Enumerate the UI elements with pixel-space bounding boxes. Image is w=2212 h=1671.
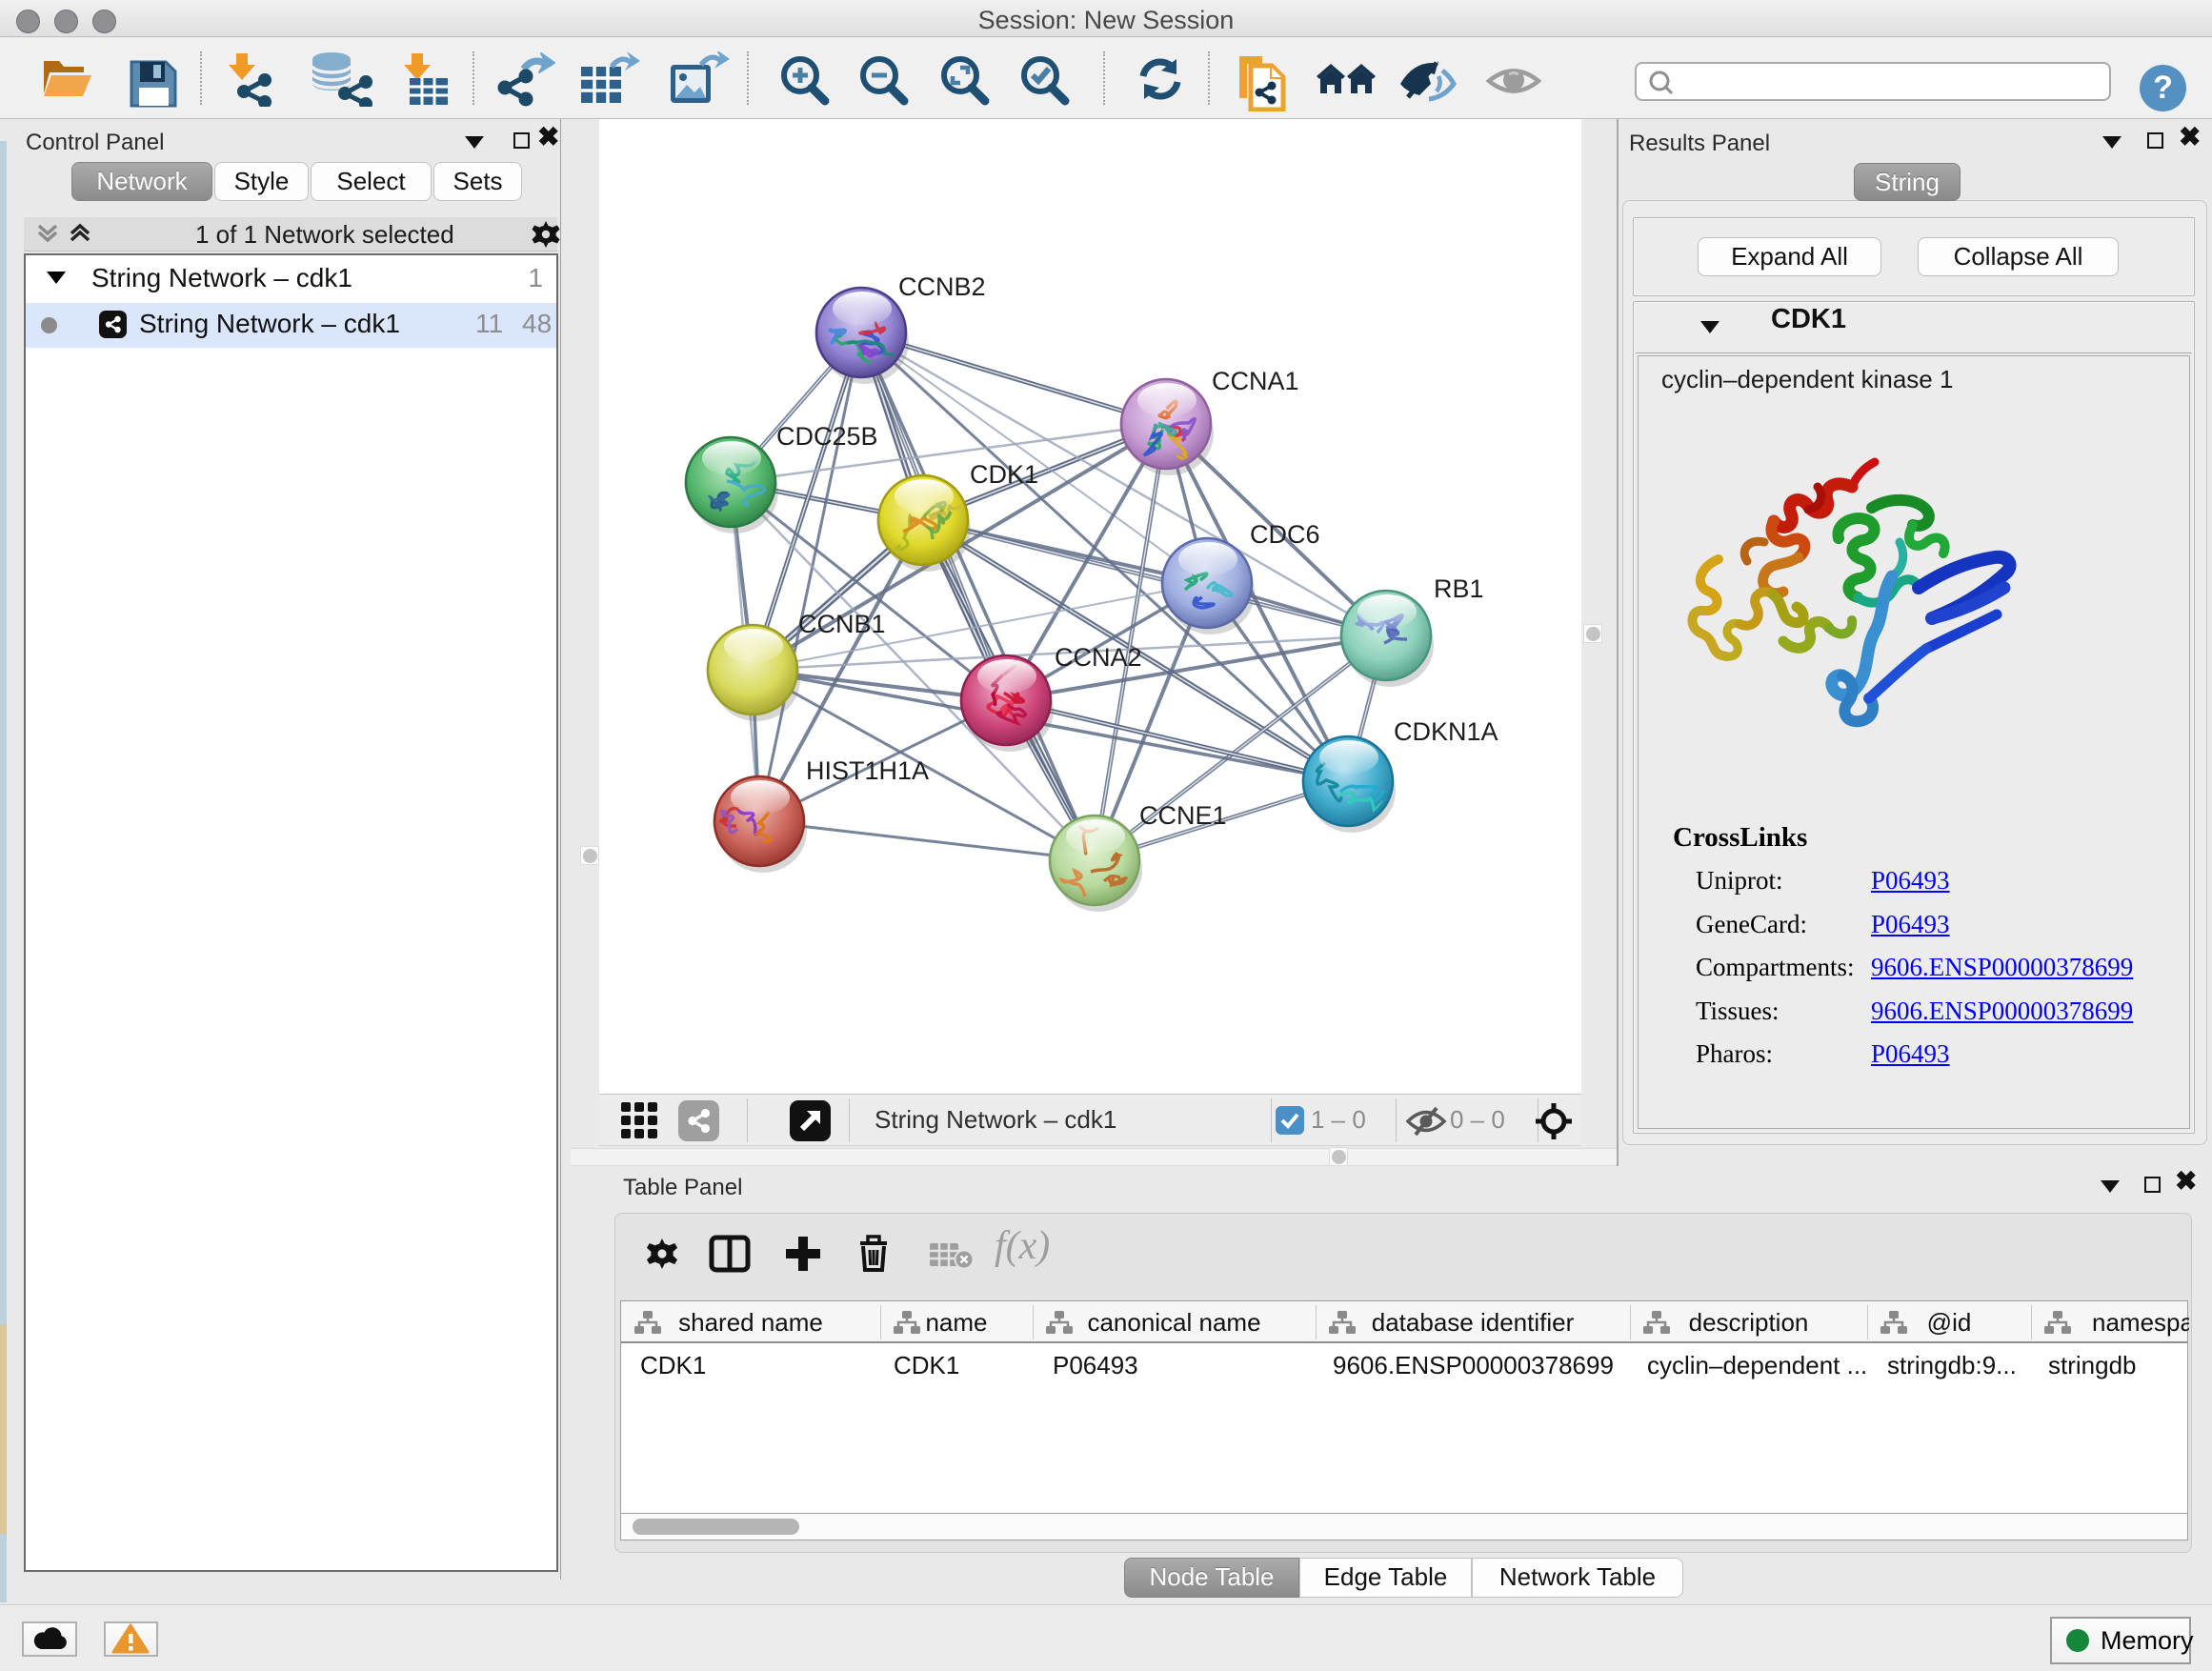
- svg-text:CCNB2: CCNB2: [898, 272, 986, 301]
- svg-text:CCNA2: CCNA2: [1055, 643, 1142, 672]
- svg-text:CDC6: CDC6: [1250, 520, 1320, 549]
- svg-text:CDK1: CDK1: [970, 460, 1038, 489]
- svg-text:CCNB1: CCNB1: [798, 610, 886, 638]
- svg-text:CCNA1: CCNA1: [1212, 367, 1299, 395]
- svg-text:CDC25B: CDC25B: [776, 422, 878, 451]
- svg-text:RB1: RB1: [1434, 574, 1484, 603]
- svg-text:HIST1H1A: HIST1H1A: [806, 756, 929, 785]
- svg-text:CDKN1A: CDKN1A: [1394, 717, 1498, 746]
- svg-text:CCNE1: CCNE1: [1139, 801, 1227, 830]
